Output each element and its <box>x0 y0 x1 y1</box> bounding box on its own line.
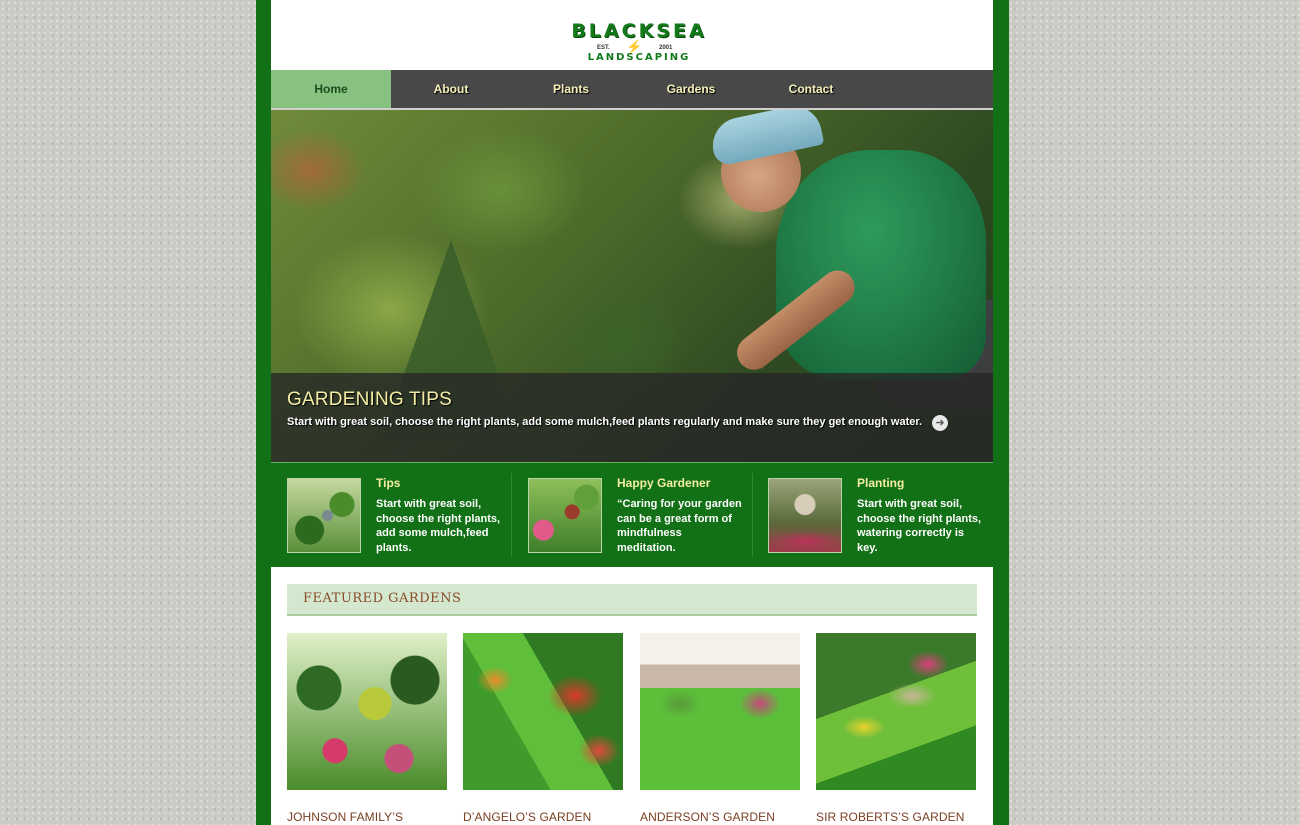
logo-est: EST. <box>597 45 610 51</box>
page-content: BLACKSEA EST. ⚡ 2001 LANDSCAPING Home Ab… <box>271 0 993 825</box>
garden-image-sir-roberts[interactable] <box>816 633 976 790</box>
hero-title: GARDENING TIPS <box>287 389 453 410</box>
nav-contact[interactable]: Contact <box>751 70 871 108</box>
feature-happy-gardener-image[interactable] <box>528 478 602 553</box>
featured-gardens-header: FEATURED GARDENS <box>287 584 977 616</box>
logo-year: 2001 <box>659 45 673 51</box>
feature-tips: Tips Start with great soil, choose the r… <box>271 463 511 567</box>
feature-text: Start with great soil, choose the right … <box>857 498 982 554</box>
garden-image-dangelo[interactable] <box>463 633 623 790</box>
garden-name-anderson[interactable]: ANDERSON’S GARDEN <box>640 810 810 824</box>
site-logo[interactable]: BLACKSEA EST. ⚡ 2001 LANDSCAPING <box>533 14 745 68</box>
nav-gardens[interactable]: Gardens <box>631 70 751 108</box>
nav-home[interactable]: Home <box>271 70 391 108</box>
feature-tips-image[interactable] <box>287 478 361 553</box>
hero-text: Start with great soil, choose the right … <box>287 416 923 428</box>
featured-gardens-title: FEATURED GARDENS <box>303 591 462 606</box>
hero-banner: GARDENING TIPS Start with great soil, ch… <box>271 110 993 462</box>
feature-title[interactable]: Happy Gardener <box>617 476 710 490</box>
main-nav: Home About Plants Gardens Contact <box>271 70 993 110</box>
feature-happy-gardener: Happy Gardener “Caring for your garden c… <box>512 463 752 567</box>
feature-text: “Caring for your garden can be a great f… <box>617 498 742 554</box>
feature-planting: Planting Start with great soil, choose t… <box>752 463 992 567</box>
feature-planting-image[interactable] <box>768 478 842 553</box>
nav-plants[interactable]: Plants <box>511 70 631 108</box>
feature-text: Start with great soil, choose the right … <box>376 498 501 554</box>
page-frame: BLACKSEA EST. ⚡ 2001 LANDSCAPING Home Ab… <box>256 0 1009 825</box>
garden-image-johnson[interactable] <box>287 633 447 790</box>
feature-strip: Tips Start with great soil, choose the r… <box>271 462 993 567</box>
hero-caption: GARDENING TIPS Start with great soil, ch… <box>271 373 993 462</box>
hero-gardener-body <box>776 150 986 380</box>
garden-name-sir-roberts[interactable]: SIR ROBERTS’S GARDEN <box>816 810 986 824</box>
feature-title[interactable]: Planting <box>857 476 904 490</box>
garden-name-johnson[interactable]: JOHNSON FAMILY’S <box>287 810 457 824</box>
nav-about[interactable]: About <box>391 70 511 108</box>
garden-image-anderson[interactable] <box>640 633 800 790</box>
feature-title[interactable]: Tips <box>376 476 400 490</box>
site-header: BLACKSEA EST. ⚡ 2001 LANDSCAPING <box>271 0 993 70</box>
arrow-right-circle-icon[interactable]: ➜ <box>932 415 948 431</box>
garden-name-dangelo[interactable]: D’ANGELO’S GARDEN <box>463 810 633 824</box>
logo-subtitle: LANDSCAPING <box>587 52 691 63</box>
